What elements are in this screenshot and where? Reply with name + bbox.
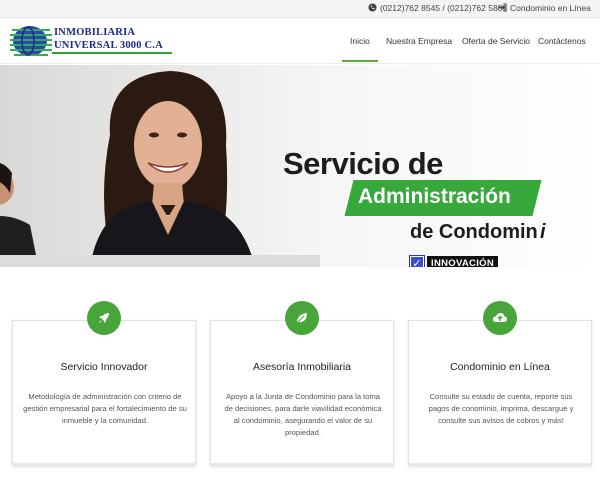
innovation-badge-label: INNOVACIÓN: [427, 255, 498, 267]
person-left-image: [0, 163, 39, 267]
card-bottom-border: [409, 463, 591, 465]
card-description: Consulte su estado de cuenta, reporte su…: [428, 392, 574, 425]
cloud-upload-icon: [483, 301, 517, 335]
card-title: Servicio Innovador: [60, 361, 148, 373]
nav-contactenos[interactable]: Contáctenos: [538, 36, 586, 46]
globe-logo-icon: [10, 26, 52, 56]
hero-desk: [0, 255, 320, 267]
top-bar: (0212)762 8545 / (0212)762 5801 Condomin…: [0, 0, 600, 18]
card-bottom-border: [13, 463, 195, 465]
company-logo[interactable]: INMOBILIARIA UNIVERSAL 3000 C.A: [10, 22, 180, 60]
phone-icon: [368, 3, 377, 12]
nav-nuestra-empresa[interactable]: Nuestra Empresa: [386, 36, 452, 46]
phone-info: (0212)762 8545 / (0212)762 5801: [368, 3, 507, 13]
hero-title-line3: de Condomin: [410, 221, 538, 243]
feature-card-innovador: Servicio Innovador Metodología de admini…: [12, 301, 196, 466]
hero-title-line3-tail: i: [540, 221, 546, 243]
innovation-badge: ✓ INNOVACIÓN: [409, 255, 498, 267]
feature-card-condominio: Condominio en Línea Consulte su estado d…: [408, 301, 592, 466]
online-login-link[interactable]: Condominio en Línea: [498, 3, 591, 13]
online-login-label: Condominio en Línea: [510, 3, 591, 13]
hero-title-line2: Administración: [358, 185, 511, 208]
card-bottom-border: [211, 463, 393, 465]
site-header: INMOBILIARIA UNIVERSAL 3000 C.A Inicio N…: [0, 18, 600, 64]
hero-banner: Servicio de Administración de Condomin i…: [0, 65, 600, 267]
hero-woman-image: [90, 71, 255, 267]
logo-line2: UNIVERSAL 3000 C.A: [54, 40, 163, 51]
hero-title-line1: Servicio de: [283, 146, 443, 181]
logo-underline: [52, 52, 172, 54]
card-description: Apoyo a la Junta de Condominio para la t…: [224, 392, 382, 437]
leaf-icon: [285, 301, 319, 335]
card-title: Condominio en Línea: [450, 361, 550, 373]
nav-inicio[interactable]: Inicio: [342, 36, 378, 62]
nav-oferta-servicio[interactable]: Oferta de Servicio: [462, 36, 530, 46]
phone-numbers: (0212)762 8545 / (0212)762 5801: [380, 3, 508, 13]
sign-in-icon: [498, 3, 507, 12]
feature-card-asesoria: Asesoría Inmobiliaria Apoyo a la Junta d…: [210, 301, 394, 466]
logo-line1: INMOBILIARIA: [54, 27, 136, 38]
card-title: Asesoría Inmobiliaria: [252, 361, 352, 373]
card-description: Metodología de administración con criter…: [23, 392, 187, 425]
checkbox-icon: ✓: [409, 255, 425, 267]
rocket-icon: [87, 301, 121, 335]
